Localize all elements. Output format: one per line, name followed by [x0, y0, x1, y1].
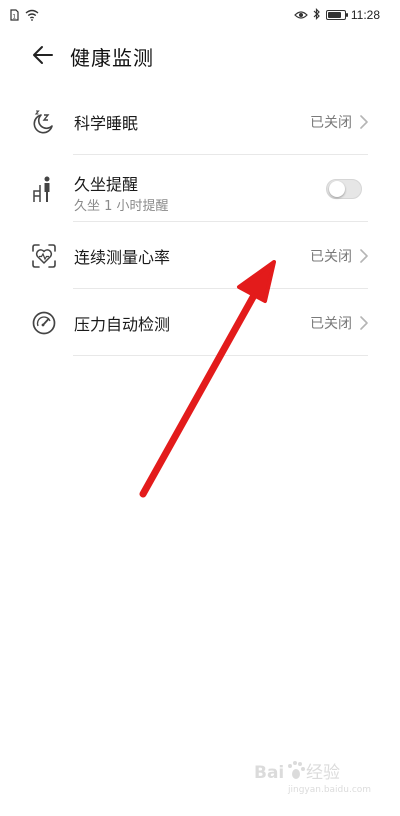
bluetooth-icon: [313, 5, 321, 24]
list-item-sedentary: 久坐提醒 久坐 1 小时提醒: [0, 155, 400, 222]
settings-list: 科学睡眠 已关闭 久坐提醒 久坐 1 小时提醒 连续测量心率 已关闭 压力自动检…: [0, 88, 400, 356]
item-title: 久坐提醒: [74, 175, 139, 194]
page-title: 健康监测: [70, 46, 154, 70]
item-status: 已关闭: [310, 114, 352, 131]
item-title: 压力自动检测: [74, 314, 171, 334]
header: 健康监测: [0, 30, 400, 78]
pressure-gauge-icon: [30, 309, 58, 337]
chevron-right-icon: [360, 114, 368, 129]
back-arrow-icon: [33, 46, 53, 64]
svg-text:jingyan.baidu.com: jingyan.baidu.com: [287, 785, 371, 795]
wifi-icon: [25, 6, 39, 25]
status-time: 11:28: [350, 7, 380, 22]
item-title: 连续测量心率: [74, 247, 171, 267]
status-right: 11:28: [294, 5, 380, 24]
divider: [73, 355, 368, 356]
battery-icon: [325, 9, 348, 20]
status-left: 1: [10, 6, 39, 25]
sedentary-toggle[interactable]: [326, 178, 362, 199]
battery-fill: [327, 11, 341, 18]
eye-icon: [294, 5, 308, 24]
svg-text:经验: 经验: [306, 763, 340, 783]
item-status: 已关闭: [310, 315, 352, 332]
baidu-watermark: Bai 经验 jingyan.baidu.com: [254, 761, 371, 795]
heart-rate-icon: [30, 242, 58, 270]
list-item-sleep[interactable]: 科学睡眠 已关闭: [0, 88, 400, 155]
sedentary-icon: [30, 175, 58, 203]
item-status: 已关闭: [310, 248, 352, 265]
list-item-pressure[interactable]: 压力自动检测 已关闭: [0, 289, 400, 356]
svg-text:1: 1: [12, 14, 16, 21]
toggle-knob: [329, 180, 345, 197]
back-button[interactable]: [28, 40, 58, 70]
status-bar: 1 11:28: [0, 0, 400, 26]
list-item-heart-rate[interactable]: 连续测量心率 已关闭: [0, 222, 400, 289]
sleep-icon: [30, 108, 58, 136]
svg-text:Bai: Bai: [254, 763, 284, 783]
item-title: 科学睡眠: [74, 113, 139, 133]
sim-icon: 1: [10, 6, 19, 25]
chevron-right-icon: [360, 248, 368, 263]
chevron-right-icon: [360, 315, 368, 330]
item-subtitle: 久坐 1 小时提醒: [74, 199, 169, 214]
